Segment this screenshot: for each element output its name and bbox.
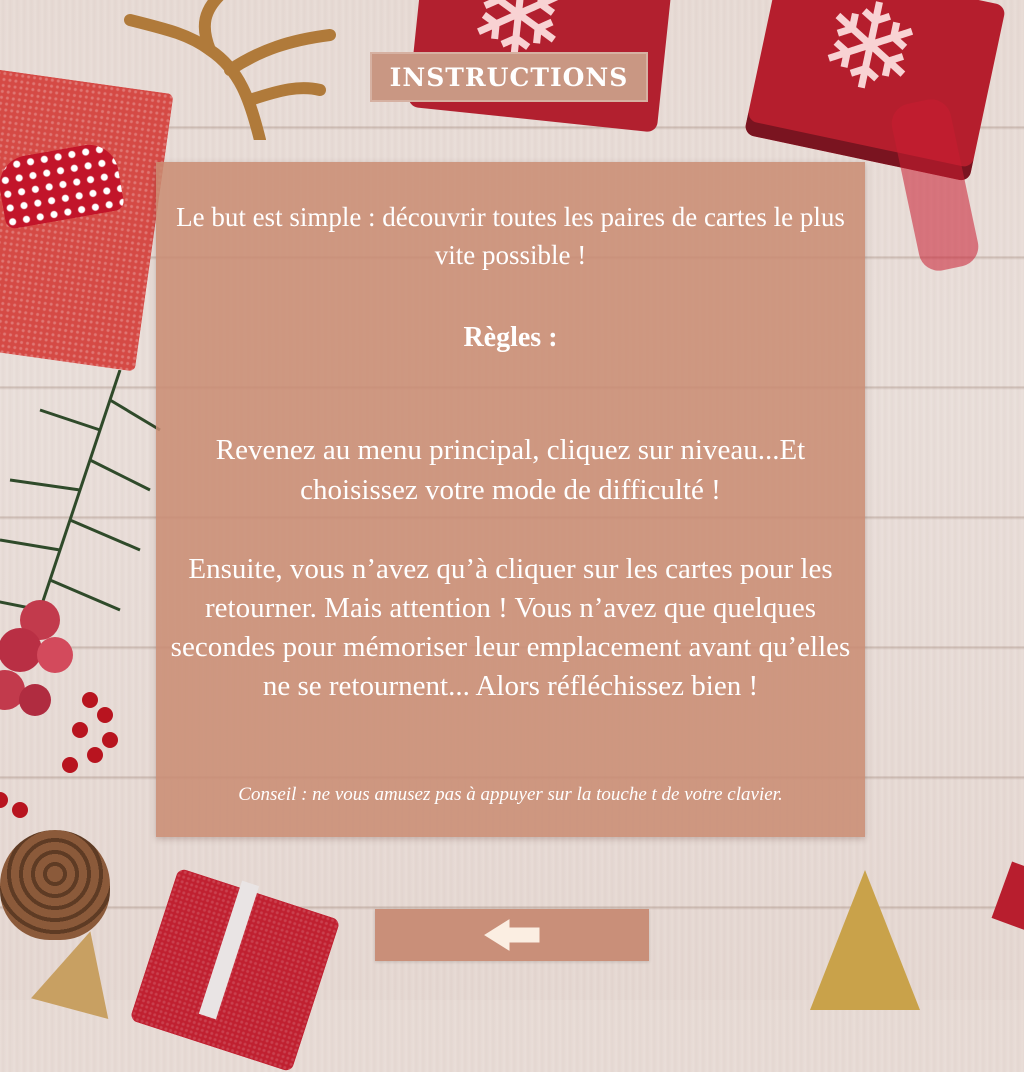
pine-branch-decoration xyxy=(0,370,161,818)
antler-decoration xyxy=(124,0,336,140)
back-button[interactable] xyxy=(375,909,649,961)
arrow-left-icon xyxy=(484,919,540,951)
gift-box-decoration xyxy=(129,867,341,1072)
page-title: INSTRUCTIONS xyxy=(389,62,629,92)
snowflake-icon: ❄ xyxy=(806,0,934,127)
intro-text: Le but est simple : découvrir toutes les… xyxy=(176,202,845,270)
rules-paragraph-1: Revenez au menu principal, cliquez sur n… xyxy=(215,434,806,506)
gift-box-decoration xyxy=(991,861,1024,939)
title-badge: INSTRUCTIONS xyxy=(370,52,648,102)
tip-text: Conseil : ne vous amusez pas à appuyer s… xyxy=(238,784,783,805)
instructions-panel: Le but est simple : découvrir toutes les… xyxy=(156,162,865,837)
rules-paragraph-2: Ensuite, vous n’avez qu’à cliquer sur le… xyxy=(170,553,851,702)
rules-heading: Règles : xyxy=(463,322,558,353)
gift-box-decoration: ❄ xyxy=(743,0,1007,182)
gold-tree-decoration xyxy=(810,870,920,1010)
